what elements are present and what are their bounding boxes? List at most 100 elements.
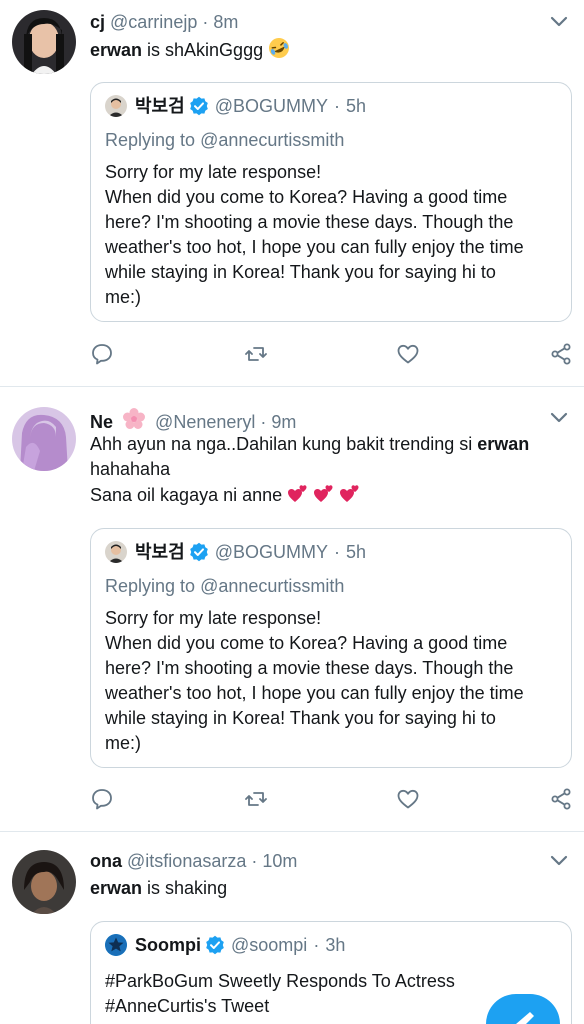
tweet-actions — [90, 787, 572, 811]
quoted-line: When did you come to Korea? Having a goo… — [105, 187, 508, 207]
tweet-text-line: Ahh ayun na nga..Dahilan kung bakit tren… — [90, 434, 478, 454]
chevron-down-icon[interactable] — [550, 412, 568, 424]
reply-button[interactable] — [90, 787, 114, 811]
replying-to-mention[interactable]: @annecurtissmith — [200, 130, 344, 150]
compose-icon — [516, 1012, 534, 1024]
quoted-handle[interactable]: @BOGUMMY — [215, 541, 328, 563]
retweet-icon — [245, 792, 267, 806]
display-name[interactable]: ona — [90, 851, 122, 871]
replying-to: Replying to @annecurtissmith — [105, 575, 344, 597]
avatar[interactable] — [12, 407, 76, 471]
quoted-avatar — [105, 934, 127, 956]
reply-icon — [92, 789, 112, 810]
reply-button[interactable] — [90, 342, 114, 366]
quoted-timestamp[interactable]: 5h — [346, 95, 366, 117]
quoted-line: me:) — [105, 287, 141, 307]
quoted-tweet-header: 박보검 @BOGUMMY · 5h — [105, 95, 366, 117]
tweet-header: ona @itsfionasarza · 10m — [90, 850, 297, 872]
tweet-header: Ne @Neneneryl · 9m — [90, 407, 296, 433]
tweet-text: erwan is shaking — [90, 876, 570, 901]
quoted-line: me:) — [105, 733, 141, 753]
user-avatar-photo-icon — [12, 850, 76, 914]
quoted-timestamp[interactable]: 3h — [325, 934, 345, 956]
user-handle[interactable]: @itsfionasarza — [127, 851, 246, 871]
two-hearts-emoji-icon — [340, 485, 359, 502]
avatar[interactable] — [12, 10, 76, 74]
quoted-tweet[interactable]: 박보검 @BOGUMMY · 5h Replying to @annecurti… — [90, 82, 572, 322]
separator-dot: · — [333, 96, 340, 116]
quoted-display-name[interactable]: Soompi — [135, 934, 201, 956]
quoted-line: weather's too hot, I hope you can fully … — [105, 683, 524, 703]
quoted-line: Sorry for my late response! — [105, 162, 322, 182]
quoted-line: while staying in Korea! Thank you for sa… — [105, 708, 496, 728]
mention-text: erwan — [477, 434, 530, 454]
cherry-blossom-emoji-icon — [123, 408, 146, 429]
quoted-avatar — [105, 541, 127, 563]
quoted-timestamp[interactable]: 5h — [346, 541, 366, 563]
tweet-text-rest: is shAkinGggg — [142, 40, 264, 60]
tweet-text: erwan is shAkinGggg — [90, 37, 570, 63]
quoted-line: weather's too hot, I hope you can fully … — [105, 237, 524, 257]
display-name[interactable]: Ne — [90, 412, 113, 432]
timestamp[interactable]: 10m — [262, 851, 297, 871]
share-icon — [551, 343, 571, 365]
heart-icon — [397, 344, 419, 364]
compose-tweet-button[interactable] — [486, 994, 560, 1024]
mention-text: erwan — [90, 878, 143, 898]
quoted-line: here? I'm shooting a movie these days. T… — [105, 658, 514, 678]
quoted-line: while staying in Korea! Thank you for sa… — [105, 262, 496, 282]
retweet-button[interactable] — [244, 342, 268, 366]
replying-to: Replying to @annecurtissmith — [105, 129, 344, 151]
heart-icon — [397, 789, 419, 809]
separator-dot: · — [202, 12, 209, 32]
chevron-down-icon[interactable] — [550, 16, 568, 28]
quoted-tweet-header: Soompi @soompi · 3h — [105, 934, 345, 956]
quoted-display-name[interactable]: 박보검 — [135, 95, 185, 117]
retweet-icon — [245, 347, 267, 361]
share-button[interactable] — [549, 787, 573, 811]
quoted-handle[interactable]: @BOGUMMY — [215, 95, 328, 117]
display-name[interactable]: cj — [90, 12, 105, 32]
separator-dot: · — [251, 851, 258, 871]
tweet-text-line: hahahaha — [90, 459, 171, 479]
quoted-tweet-text: Sorry for my late response! When did you… — [105, 606, 560, 756]
user-handle[interactable]: @carrinejp — [110, 12, 197, 32]
like-button[interactable] — [396, 787, 420, 811]
replying-to-label: Replying to — [105, 576, 201, 596]
quoted-avatar — [105, 95, 127, 117]
separator-dot: · — [260, 412, 267, 432]
rolling-on-floor-laughing-emoji-icon — [269, 38, 290, 58]
quoted-line: When did you come to Korea? Having a goo… — [105, 633, 508, 653]
replying-to-mention[interactable]: @annecurtissmith — [200, 576, 344, 596]
mention-text: erwan — [90, 40, 143, 60]
two-hearts-emoji-icon — [288, 485, 307, 502]
quoted-tweet[interactable]: 박보검 @BOGUMMY · 5h Replying to @annecurti… — [90, 528, 572, 768]
tweet-2[interactable]: Ne @Neneneryl · 9m Ahh ayun na nga..Dahi… — [0, 387, 584, 831]
chevron-down-icon[interactable] — [550, 855, 568, 867]
share-button[interactable] — [549, 342, 573, 366]
quoted-tweet-header: 박보검 @BOGUMMY · 5h — [105, 541, 366, 563]
user-avatar-photo-icon — [12, 407, 76, 471]
two-hearts-emoji-group — [287, 485, 361, 505]
user-avatar-photo-icon — [12, 10, 76, 74]
soompi-logo-icon — [105, 934, 127, 956]
like-button[interactable] — [396, 342, 420, 366]
tweet-1[interactable]: cj @carrinejp · 8m erwan is shAkinGggg 박… — [0, 0, 584, 386]
tweet-text: Ahh ayun na nga..Dahilan kung bakit tren… — [90, 432, 570, 508]
tweet-header: cj @carrinejp · 8m — [90, 11, 238, 33]
timestamp[interactable]: 8m — [213, 12, 238, 32]
retweet-button[interactable] — [244, 787, 268, 811]
tweet-text-line: Sana oil kagaya ni anne — [90, 485, 283, 505]
replying-to-label: Replying to — [105, 130, 201, 150]
verified-badge-icon — [189, 96, 208, 116]
avatar[interactable] — [12, 850, 76, 914]
user-handle[interactable]: @Neneneryl — [155, 412, 255, 432]
quoted-display-name[interactable]: 박보검 — [135, 541, 185, 563]
timestamp[interactable]: 9m — [271, 412, 296, 432]
tweet-text-rest: is shaking — [142, 878, 228, 898]
two-hearts-emoji-icon — [314, 485, 333, 502]
share-icon — [551, 788, 571, 810]
quoted-handle[interactable]: @soompi — [231, 934, 307, 956]
quoted-line: #ParkBoGum Sweetly Responds To Actress — [105, 971, 455, 991]
reply-icon — [92, 344, 112, 365]
